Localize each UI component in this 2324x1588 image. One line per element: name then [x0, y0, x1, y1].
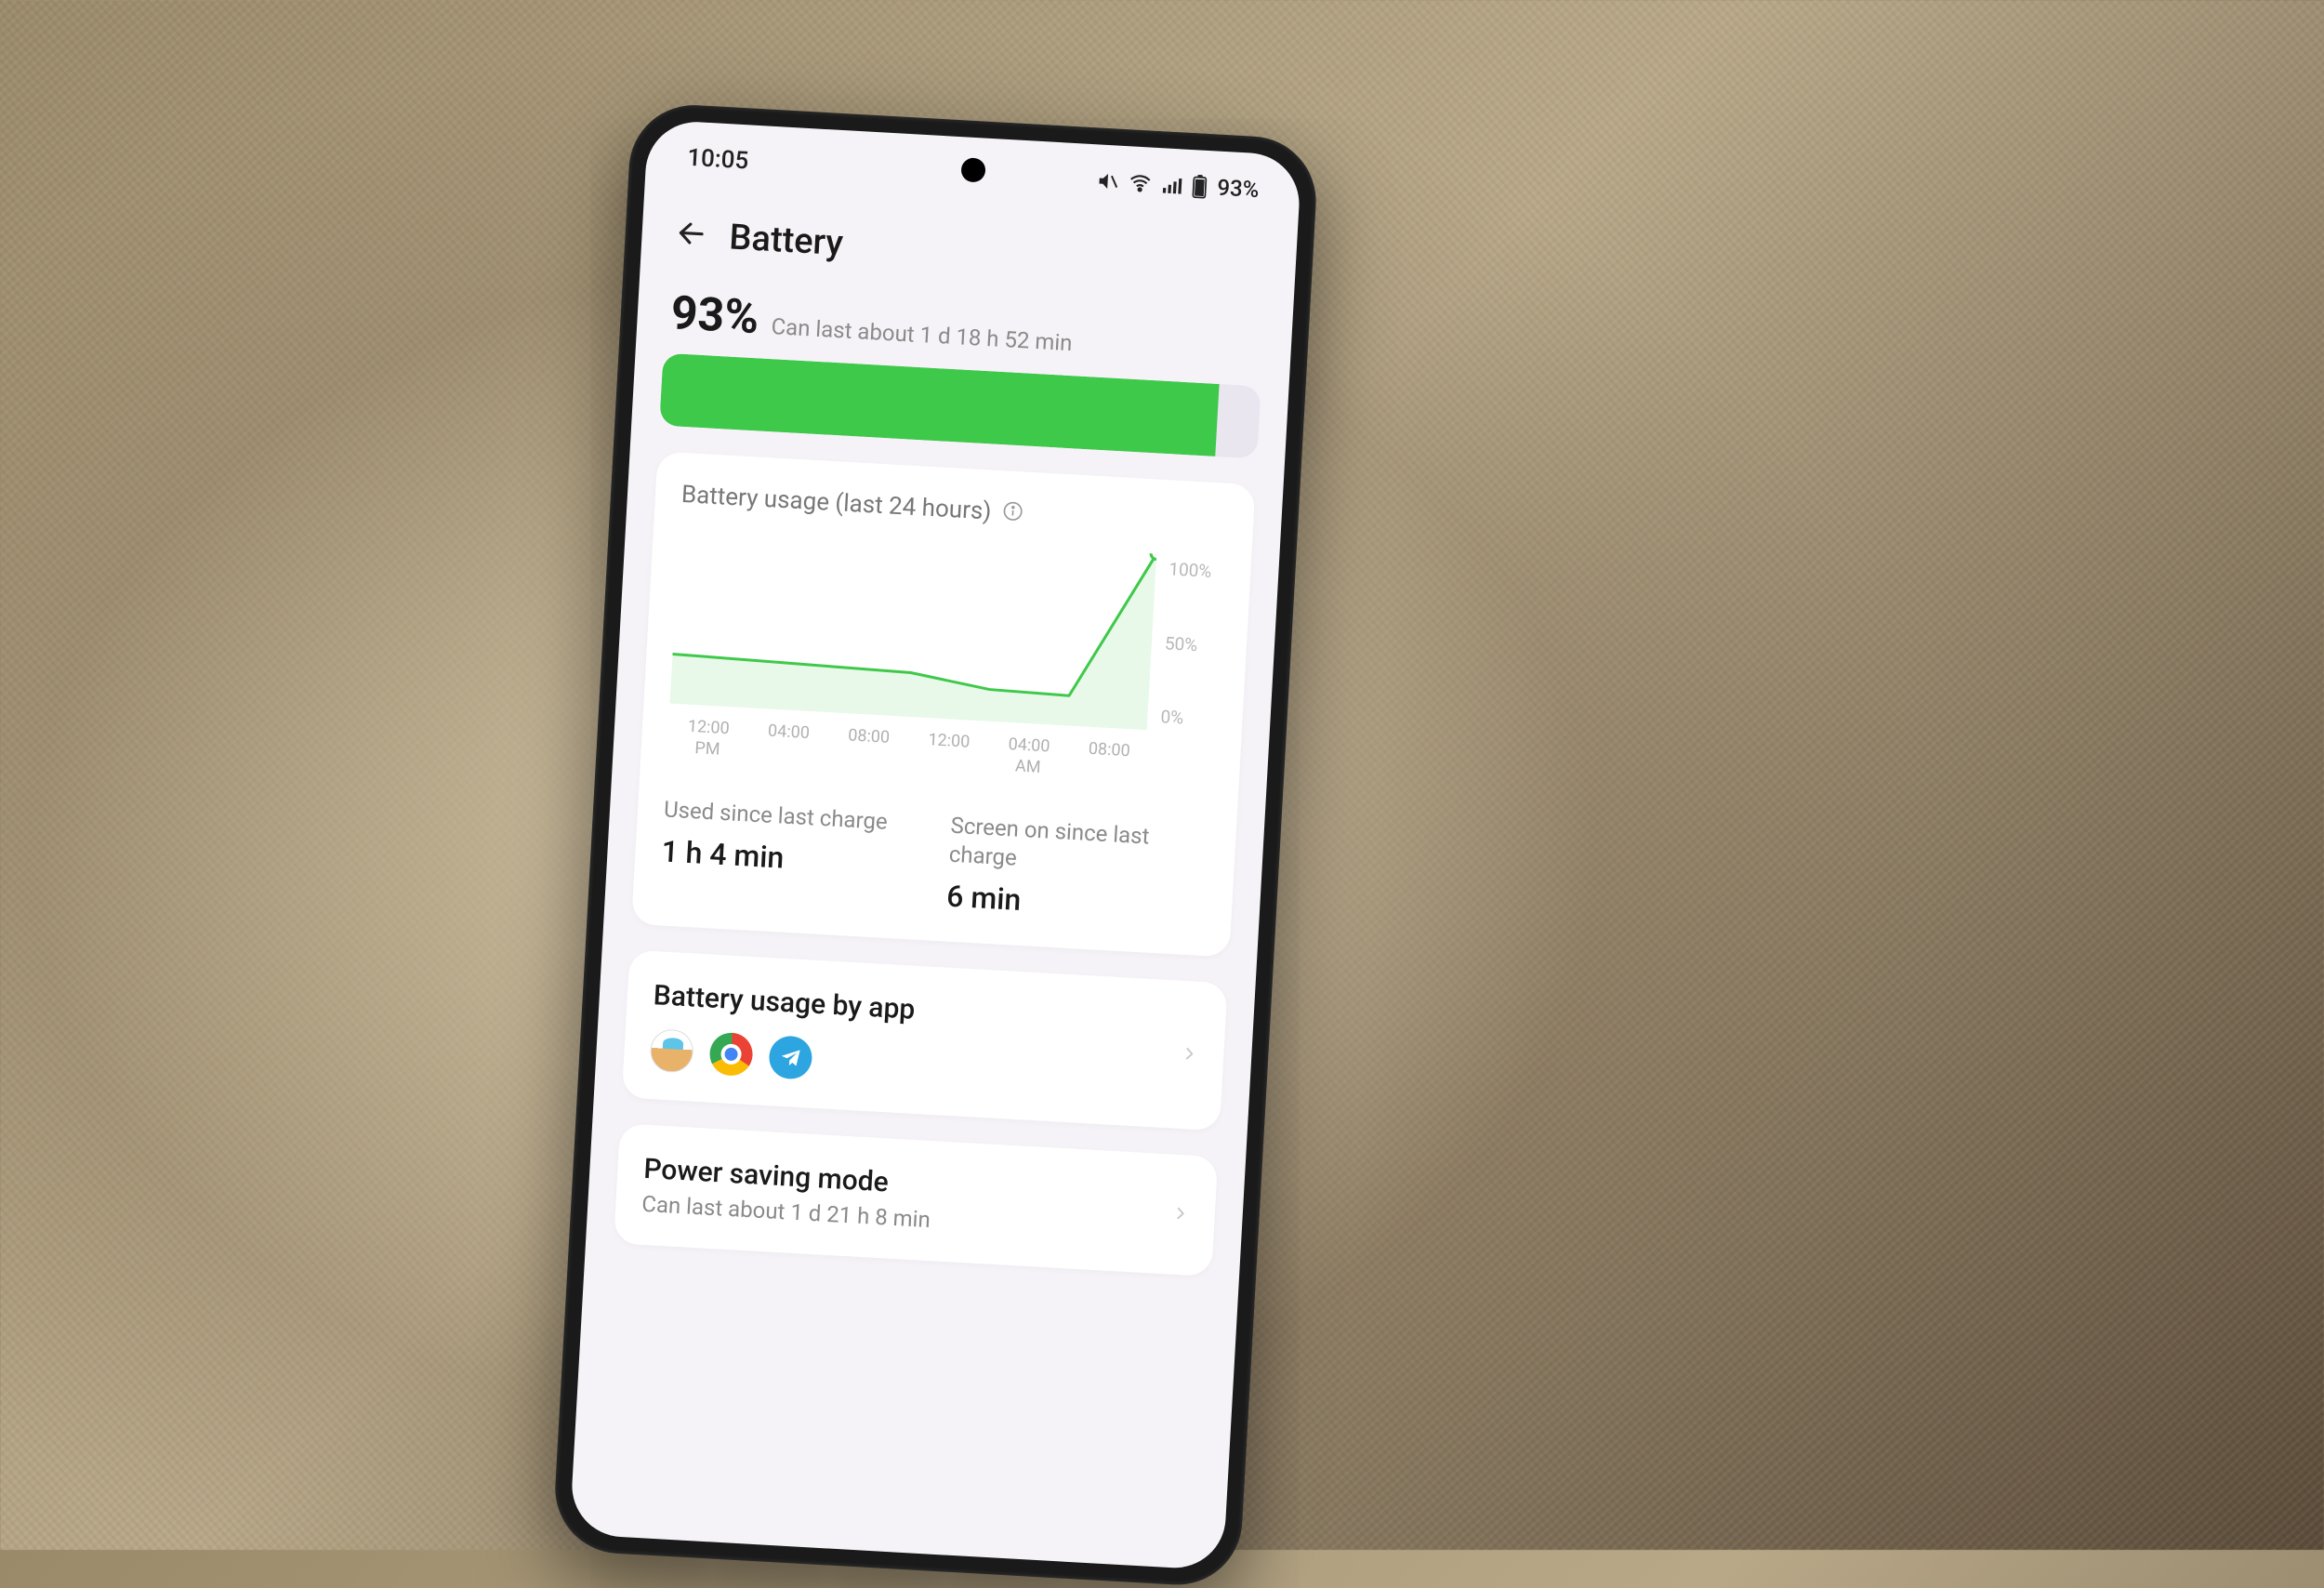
y-tick: 100%: [1169, 558, 1225, 582]
battery-icon: [1191, 174, 1208, 199]
page-title: Battery: [728, 217, 844, 264]
status-battery-text: 93%: [1217, 175, 1260, 203]
x-tick: 08:00: [1067, 737, 1150, 786]
signal-icon: [1161, 173, 1182, 196]
status-time: 10:05: [686, 144, 749, 176]
app-icons: [649, 1028, 1181, 1101]
stat-used-since-charge: Used since last charge 1 h 4 min: [659, 795, 924, 912]
battery-estimate: Can last about 1 d 18 h 52 min: [771, 313, 1073, 356]
stat-screen-on-since-charge: Screen on since last charge 6 min: [945, 811, 1210, 928]
y-tick: 0%: [1160, 706, 1217, 730]
battery-usage-by-app-row[interactable]: Battery usage by app: [622, 950, 1228, 1131]
chevron-right-icon: [1180, 1039, 1198, 1072]
usage-card: Battery usage (last 24 hours) 100%50%0% …: [631, 451, 1255, 957]
usage-card-title: Battery usage (last 24 hours): [680, 481, 992, 526]
back-button[interactable]: [675, 217, 708, 254]
info-icon[interactable]: [1002, 500, 1023, 525]
phone-frame: 10:05 93% Battery: [551, 101, 1319, 1588]
mute-icon: [1096, 169, 1119, 192]
chrome-app-icon: [708, 1032, 753, 1077]
x-tick: 12:00PM: [667, 715, 749, 763]
stat-label: Used since last charge: [663, 795, 923, 839]
telegram-app-icon: [768, 1035, 812, 1079]
phone-screen: 10:05 93% Battery: [569, 119, 1301, 1570]
x-tick: 12:00: [907, 728, 990, 776]
amazon-app-icon: [649, 1028, 693, 1073]
x-tick: 04:00AM: [987, 733, 1070, 781]
wifi-icon: [1128, 171, 1153, 194]
stat-value: 1 h 4 min: [661, 833, 922, 883]
x-tick: 04:00: [746, 719, 829, 767]
stat-label: Screen on since last charge: [948, 811, 1210, 883]
y-tick: 50%: [1164, 632, 1221, 656]
chart-y-axis: 100% 50% 0%: [1160, 554, 1226, 734]
battery-percent: 93%: [669, 286, 759, 345]
power-saving-mode-row[interactable]: Power saving mode Can last about 1 d 21 …: [614, 1123, 1218, 1277]
status-indicators: 93%: [1096, 167, 1260, 203]
stat-value: 6 min: [945, 879, 1207, 929]
x-tick: 08:00: [827, 723, 910, 772]
row-title: Battery usage by app: [653, 979, 1183, 1041]
chevron-right-icon: [1171, 1198, 1190, 1231]
battery-chart[interactable]: [670, 527, 1157, 730]
